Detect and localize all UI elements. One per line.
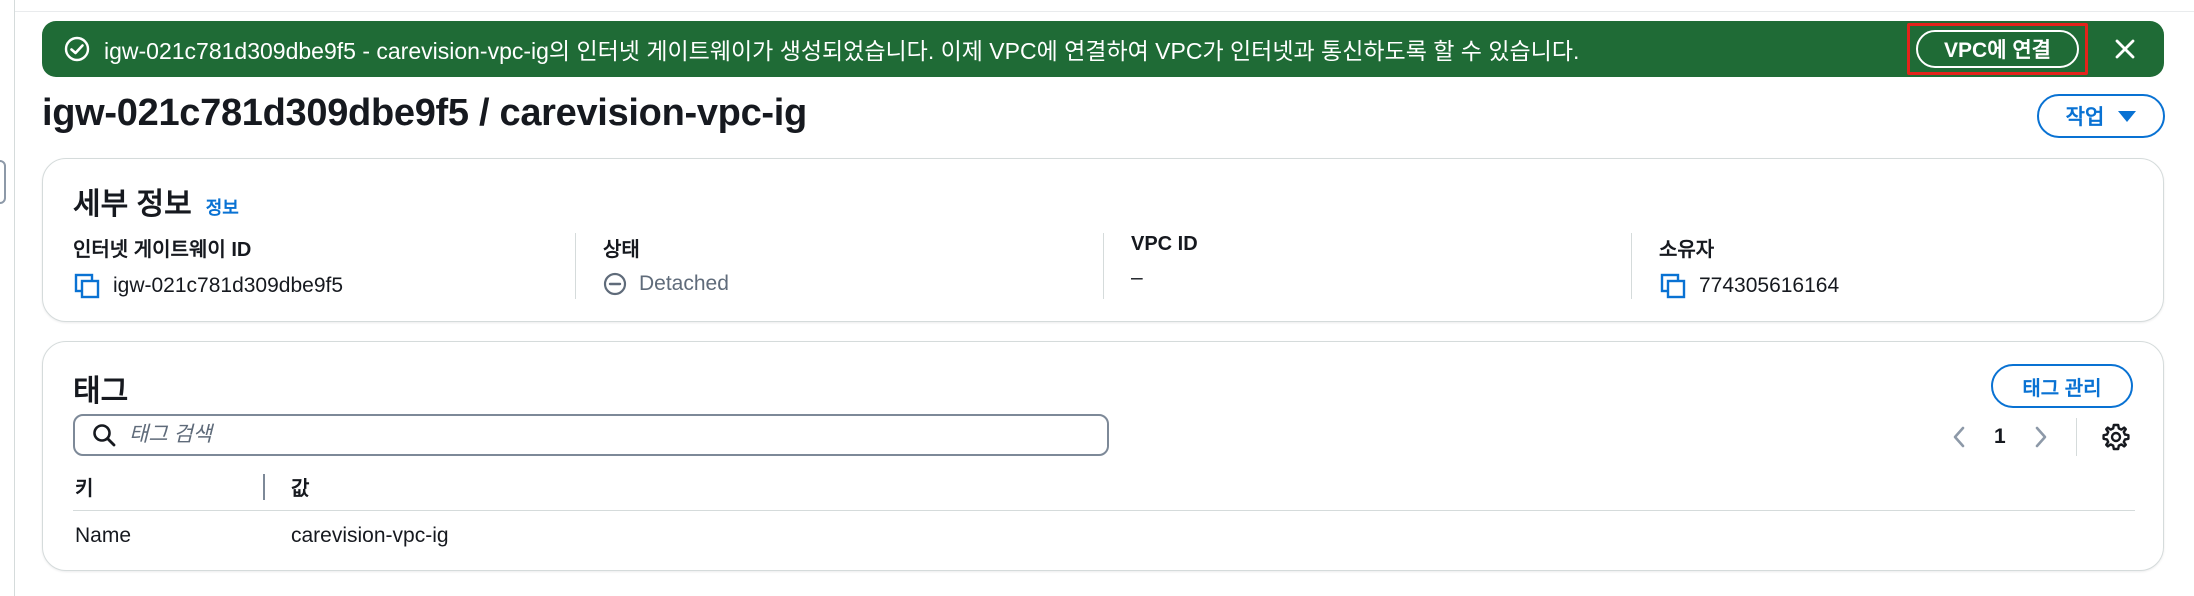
tag-search[interactable] [73,414,1109,456]
field-value: igw-021c781d309dbe9f5 [113,274,344,297]
copy-icon[interactable] [1659,272,1687,300]
page-title: igw-021c781d309dbe9f5 / carevision-vpc-i… [42,92,807,134]
tag-search-input[interactable] [129,423,1107,447]
tag-value-cell: carevision-vpc-ig [291,524,449,547]
chevron-right-icon[interactable] [2030,422,2052,452]
field-state: 상태 Detached [603,233,729,299]
column-divider [1631,233,1632,299]
tags-heading: 태그 [73,375,129,408]
chevron-left-icon[interactable] [1948,422,1970,452]
actions-dropdown-button[interactable]: 작업 [2037,94,2165,138]
attach-to-vpc-button[interactable]: VPC에 연결 [1916,30,2079,68]
table-header-divider [73,510,2135,511]
pagination: 1 [1948,418,2131,456]
flash-message: igw-021c781d309dbe9f5 - carevision-vpc-i… [104,38,1580,64]
status-stopped-icon [603,272,627,296]
manage-tags-button[interactable]: 태그 관리 [1991,364,2133,408]
caret-down-icon [2118,110,2137,122]
details-heading: 세부 정보 [73,188,192,221]
actions-label: 작업 [2065,106,2105,129]
column-header-value: 값 [291,478,310,500]
column-header-key: 키 [75,478,94,500]
copy-icon[interactable] [73,272,101,300]
field-value: – [1131,266,1143,289]
field-vpc-id: VPC ID – [1131,233,1198,299]
pager-divider [2075,418,2077,456]
column-divider [575,233,576,299]
close-icon[interactable] [2110,34,2140,64]
search-icon [93,424,116,447]
field-label: 소유자 [1659,239,1715,261]
field-internet-gateway-id: 인터넷 게이트웨이 ID igw-021c781d309dbe9f5 [73,233,343,299]
field-value: 774305616164 [1699,274,1840,297]
tag-key-cell: Name [75,524,132,547]
details-header: 세부 정보 정보 [73,179,239,223]
details-panel: 세부 정보 정보 인터넷 게이트웨이 ID igw-021c781d309dbe… [42,158,2164,322]
page-number[interactable]: 1 [1994,425,2006,449]
field-label: 상태 [603,239,640,261]
side-panel-toggle[interactable] [0,160,6,204]
tags-panel: 태그 태그 관리 1 키 값 Name carevision-vpc-ig [42,341,2164,571]
highlight-box: VPC에 연결 [1907,23,2088,75]
column-divider [1103,233,1104,299]
column-resize-handle[interactable] [263,474,265,500]
left-divider [14,0,15,596]
success-flash-banner: igw-021c781d309dbe9f5 - carevision-vpc-i… [42,21,2164,77]
field-label: 인터넷 게이트웨이 ID [73,239,252,261]
gear-icon[interactable] [2101,422,2131,452]
info-link[interactable]: 정보 [206,194,239,220]
field-label: VPC ID [1131,233,1198,255]
top-divider [14,0,2194,12]
field-value: Detached [639,272,729,295]
check-circle-icon [64,36,90,62]
field-owner: 소유자 774305616164 [1659,233,1839,299]
